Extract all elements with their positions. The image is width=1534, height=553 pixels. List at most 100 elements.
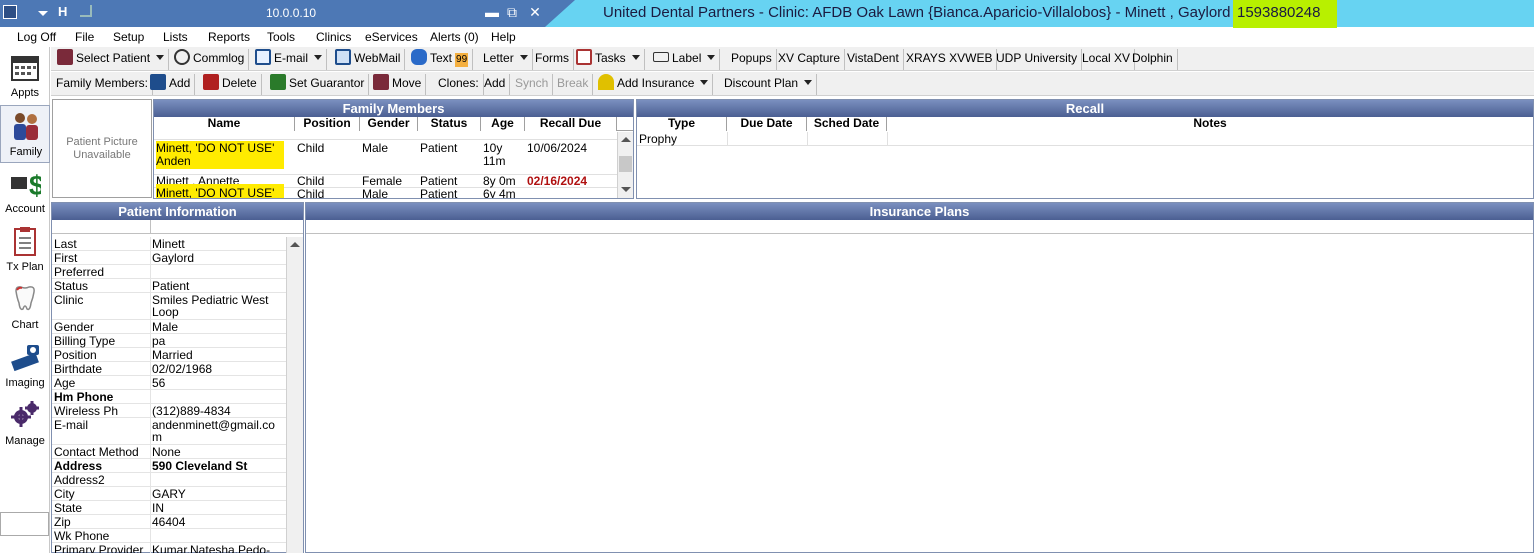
menu-clinics[interactable]: Clinics <box>316 28 351 47</box>
scroll-thumb[interactable] <box>619 156 632 172</box>
menu-file[interactable]: File <box>75 28 94 47</box>
select-patient-button[interactable]: Select Patient <box>53 49 170 70</box>
popups-button[interactable]: Popups <box>727 49 777 70</box>
module-imaging[interactable]: Imaging <box>0 337 50 395</box>
module-family[interactable]: Family <box>0 105 50 163</box>
module-manage[interactable]: Manage <box>0 395 50 453</box>
table-row[interactable]: Position Married <box>52 348 286 362</box>
table-row[interactable]: Preferred <box>52 265 286 279</box>
table-row[interactable]: Status Patient <box>52 279 286 293</box>
table-row[interactable]: Address2 <box>52 473 286 487</box>
menu-alerts[interactable]: Alerts (0) <box>430 28 479 47</box>
menu-help[interactable]: Help <box>491 28 516 47</box>
col-gender[interactable]: Gender <box>360 117 418 131</box>
xv-capture-button[interactable]: XV Capture <box>774 49 846 70</box>
text-button[interactable]: Text 99 <box>407 49 474 70</box>
menu-lists[interactable]: Lists <box>163 28 188 47</box>
col-recall-due[interactable]: Recall Due <box>525 117 617 131</box>
button-label: Add Insurance <box>617 76 695 90</box>
add-insurance-button[interactable]: Add Insurance <box>594 74 714 95</box>
xrays-xvweb-button[interactable]: XRAYS XVWEB <box>902 49 998 70</box>
col-position[interactable]: Position <box>295 117 360 131</box>
quick-access-dropdown-icon[interactable] <box>38 11 48 16</box>
restore-button[interactable]: ⧉ <box>502 3 522 21</box>
family-scrollbar[interactable] <box>617 132 633 198</box>
synch-button[interactable]: Synch <box>511 74 554 95</box>
table-row[interactable]: Birthdate 02/02/1968 <box>52 362 286 376</box>
table-row[interactable]: Wk Phone <box>52 529 286 543</box>
table-row[interactable] <box>154 132 617 140</box>
col-type[interactable]: Type <box>637 117 727 131</box>
break-button[interactable]: Break <box>553 74 594 95</box>
table-row[interactable]: First Gaylord <box>52 251 286 265</box>
close-button[interactable]: ✕ <box>525 3 545 21</box>
patient-picture-box[interactable]: Patient Picture Unavailable <box>52 99 152 198</box>
menu-tools[interactable]: Tools <box>267 28 295 47</box>
label-button[interactable]: Label <box>649 49 721 70</box>
patient-information-header: Patient Information <box>52 203 303 220</box>
table-row[interactable]: Minett, 'DO NOT USE' Anden Child Male Pa… <box>154 140 617 175</box>
table-row[interactable]: Clinic Smiles Pediatric West Loop <box>52 293 286 320</box>
menu-eservices[interactable]: eServices <box>365 28 418 47</box>
info-label-primary-provider: Primary Provider <box>54 543 144 553</box>
table-row[interactable]: Hm Phone <box>52 390 286 404</box>
local-xv-button[interactable]: Local XV <box>1078 49 1136 70</box>
menu-reports[interactable]: Reports <box>208 28 250 47</box>
commlog-button[interactable]: Commlog <box>170 49 250 70</box>
recall-header: Recall <box>637 100 1533 117</box>
table-row[interactable]: Contact Method None <box>52 445 286 459</box>
menu-setup[interactable]: Setup <box>113 28 144 47</box>
col-sched-date[interactable]: Sched Date <box>807 117 887 131</box>
table-row[interactable]: Zip 46404 <box>52 515 286 529</box>
webmail-button[interactable]: WebMail <box>331 49 406 70</box>
table-row[interactable]: Billing Type pa <box>52 334 286 348</box>
tooth-icon <box>15 286 35 311</box>
forms-button[interactable]: Forms <box>531 49 574 70</box>
scroll-up-icon[interactable] <box>290 242 300 247</box>
insurance-plans-panel: Insurance Plans <box>305 202 1534 553</box>
table-row[interactable]: State IN <box>52 501 286 515</box>
module-chart[interactable]: Chart <box>0 279 50 337</box>
col-due-date[interactable]: Due Date <box>727 117 807 131</box>
col-age[interactable]: Age <box>481 117 525 131</box>
info-value-clinic: Smiles Pediatric West Loop <box>152 293 269 319</box>
table-row[interactable]: E-mail andenminett@gmail.com <box>52 418 286 445</box>
menu-log-off[interactable]: Log Off <box>17 28 56 47</box>
udp-university-button[interactable]: UDP University <box>992 49 1083 70</box>
table-row[interactable]: Address 590 Cleveland St <box>52 459 286 473</box>
table-row[interactable]: Last Minett <box>52 237 286 251</box>
delete-family-member-button[interactable]: Delete <box>199 74 262 95</box>
table-row[interactable]: Wireless Ph (312)889-4834 <box>52 404 286 418</box>
module-label: Imaging <box>5 377 45 389</box>
col-notes[interactable]: Notes <box>887 117 1533 131</box>
letter-button[interactable]: Letter <box>479 49 533 70</box>
scroll-up-icon[interactable] <box>621 137 631 142</box>
table-row[interactable]: Prophy <box>637 132 1533 146</box>
email-button[interactable]: E-mail <box>251 49 328 70</box>
scroll-down-icon[interactable] <box>621 187 631 192</box>
table-row[interactable]: City GARY <box>52 487 286 501</box>
patient-info-scrollbar[interactable] <box>286 237 303 553</box>
add-family-member-button[interactable]: Add <box>146 74 196 95</box>
module-account[interactable]: $ Account <box>0 163 50 221</box>
table-row[interactable]: Age 56 <box>52 376 286 390</box>
tasks-button[interactable]: Tasks <box>572 49 645 70</box>
clone-add-button[interactable]: Add <box>480 74 511 95</box>
discount-plan-button[interactable]: Discount Plan <box>720 74 818 95</box>
h-icon[interactable]: H <box>58 4 67 19</box>
dolphin-button[interactable]: Dolphin <box>1128 49 1178 70</box>
col-name[interactable]: Name <box>154 117 295 131</box>
set-guarantor-button[interactable]: Set Guarantor <box>266 74 370 95</box>
table-row[interactable]: Minett, 'DO NOT USE' Child Male Patient … <box>154 184 617 198</box>
col-status[interactable]: Status <box>418 117 481 131</box>
module-tx-plan[interactable]: Tx Plan <box>0 221 50 279</box>
app-icon[interactable] <box>3 5 17 19</box>
vistadent-button[interactable]: VistaDent <box>843 49 904 70</box>
table-row[interactable]: Primary Provider Kumar.Natesha.Pedo- <box>52 543 286 553</box>
info-value-state: IN <box>152 501 164 515</box>
move-button[interactable]: Move <box>369 74 427 95</box>
button-label: Set Guarantor <box>289 76 365 90</box>
minimize-button[interactable]: ▬ <box>482 3 502 21</box>
module-appts[interactable]: Appts <box>0 47 50 105</box>
table-row[interactable]: Gender Male <box>52 320 286 334</box>
